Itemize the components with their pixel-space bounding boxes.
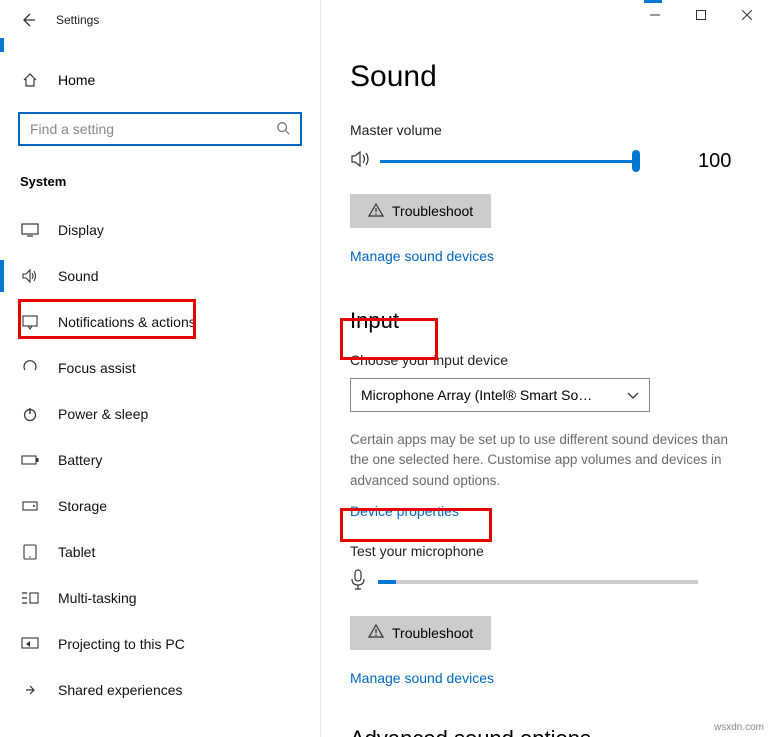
minimize-icon bbox=[650, 10, 660, 20]
power-icon bbox=[20, 406, 40, 422]
slider-thumb[interactable] bbox=[632, 150, 640, 172]
back-arrow-icon bbox=[20, 12, 36, 28]
input-help-text: Certain apps may be set up to use differ… bbox=[350, 430, 740, 491]
chevron-down-icon bbox=[627, 387, 639, 403]
storage-icon bbox=[20, 498, 40, 514]
left-accent bbox=[0, 38, 4, 52]
sidebar-item-notifications[interactable]: Notifications & actions bbox=[10, 299, 306, 345]
volume-row: 100 bbox=[350, 148, 740, 174]
choose-input-label: Choose your input device bbox=[350, 352, 740, 368]
advanced-heading: Advanced sound options bbox=[350, 726, 740, 737]
search-icon bbox=[276, 121, 290, 138]
nav-label: Notifications & actions bbox=[58, 314, 196, 330]
troubleshoot-label: Troubleshoot bbox=[392, 625, 473, 641]
multitasking-icon bbox=[20, 591, 40, 605]
input-device-select[interactable]: Microphone Array (Intel® Smart So… bbox=[350, 378, 650, 412]
sidebar-item-sound[interactable]: Sound bbox=[10, 253, 306, 299]
mic-level-bar bbox=[378, 580, 698, 584]
master-volume-label: Master volume bbox=[350, 122, 740, 138]
nav-label: Sound bbox=[58, 268, 98, 284]
projecting-icon bbox=[20, 637, 40, 651]
sidebar: Home System Display Sound Notifications … bbox=[0, 40, 320, 737]
group-title: System bbox=[20, 174, 306, 189]
shared-icon bbox=[20, 682, 40, 698]
nav-label: Display bbox=[58, 222, 104, 238]
troubleshoot-output-button[interactable]: Troubleshoot bbox=[350, 194, 491, 228]
page-title: Sound bbox=[350, 60, 740, 94]
speaker-icon bbox=[350, 150, 372, 173]
maximize-button[interactable] bbox=[678, 0, 724, 30]
mic-level-fill bbox=[378, 580, 396, 584]
test-mic-label: Test your microphone bbox=[350, 543, 740, 559]
sidebar-item-display[interactable]: Display bbox=[10, 207, 306, 253]
home-nav[interactable]: Home bbox=[10, 60, 306, 100]
close-icon bbox=[742, 10, 752, 20]
display-icon bbox=[20, 223, 40, 237]
manage-sound-devices-link-2[interactable]: Manage sound devices bbox=[350, 670, 740, 686]
nav-label: Battery bbox=[58, 452, 102, 468]
manage-sound-devices-link[interactable]: Manage sound devices bbox=[350, 248, 740, 264]
device-properties-link[interactable]: Device properties bbox=[350, 503, 740, 519]
focus-assist-icon bbox=[20, 360, 40, 376]
notifications-icon bbox=[20, 314, 40, 330]
nav-label: Multi-tasking bbox=[58, 590, 137, 606]
sidebar-item-storage[interactable]: Storage bbox=[10, 483, 306, 529]
input-heading: Input bbox=[350, 308, 399, 334]
titlebar: Settings bbox=[0, 0, 770, 40]
search-input[interactable] bbox=[30, 121, 250, 137]
troubleshoot-label: Troubleshoot bbox=[392, 203, 473, 219]
sidebar-item-shared-experiences[interactable]: Shared experiences bbox=[10, 667, 306, 713]
mic-test-row bbox=[350, 569, 740, 596]
sound-icon bbox=[20, 268, 40, 284]
tablet-icon bbox=[20, 544, 40, 560]
minimize-button[interactable] bbox=[632, 0, 678, 30]
sidebar-item-power-sleep[interactable]: Power & sleep bbox=[10, 391, 306, 437]
watermark: wsxdn.com bbox=[714, 722, 764, 733]
sidebar-item-focus-assist[interactable]: Focus assist bbox=[10, 345, 306, 391]
nav-label: Projecting to this PC bbox=[58, 636, 185, 652]
maximize-icon bbox=[696, 10, 706, 20]
troubleshoot-input-button[interactable]: Troubleshoot bbox=[350, 616, 491, 650]
search-box[interactable] bbox=[18, 112, 302, 146]
volume-value: 100 bbox=[698, 150, 731, 173]
nav-label: Shared experiences bbox=[58, 682, 183, 698]
sidebar-item-tablet[interactable]: Tablet bbox=[10, 529, 306, 575]
slider-track bbox=[380, 160, 640, 163]
warning-icon bbox=[368, 203, 384, 220]
nav-label: Tablet bbox=[58, 544, 95, 560]
home-icon bbox=[20, 72, 40, 88]
selected-device: Microphone Array (Intel® Smart So… bbox=[361, 387, 592, 403]
microphone-icon bbox=[350, 569, 366, 596]
sidebar-item-projecting[interactable]: Projecting to this PC bbox=[10, 621, 306, 667]
home-label: Home bbox=[58, 72, 95, 88]
back-button[interactable] bbox=[8, 0, 48, 40]
warning-icon bbox=[368, 624, 384, 641]
nav-label: Focus assist bbox=[58, 360, 136, 376]
nav-label: Power & sleep bbox=[58, 406, 148, 422]
sidebar-item-battery[interactable]: Battery bbox=[10, 437, 306, 483]
nav-list: Display Sound Notifications & actions Fo… bbox=[10, 207, 306, 713]
main-content: Sound Master volume 100 Troubleshoot Man… bbox=[320, 40, 770, 737]
app-title: Settings bbox=[56, 13, 99, 27]
window-controls bbox=[632, 0, 770, 30]
volume-slider[interactable] bbox=[380, 148, 640, 174]
battery-icon bbox=[20, 454, 40, 466]
close-button[interactable] bbox=[724, 0, 770, 30]
sidebar-item-multitasking[interactable]: Multi-tasking bbox=[10, 575, 306, 621]
nav-label: Storage bbox=[58, 498, 107, 514]
